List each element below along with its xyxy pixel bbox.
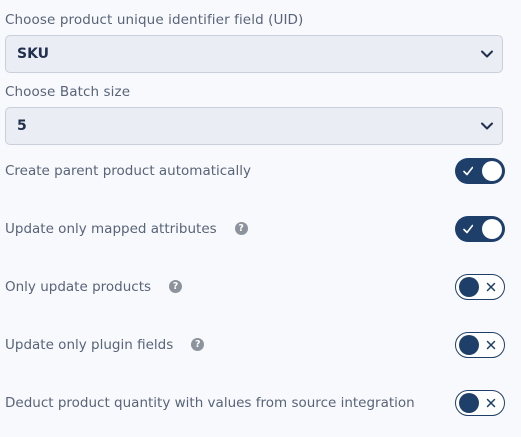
uid-field-value: SKU [17,46,50,62]
setting-label-only-update: Only update products [5,279,152,295]
toggle-knob [482,161,502,181]
setting-row-create-parent: Create parent product automatically [0,156,521,186]
toggle-knob [459,276,479,297]
batch-size-select[interactable]: 5 [5,107,503,145]
toggle-knob [459,334,479,355]
chevron-down-icon [481,122,493,130]
setting-row-plugin-fields: Update only plugin fields? [0,330,521,360]
uid-field-label: Choose product unique identifier field (… [5,12,304,28]
toggle-knob [459,392,479,413]
x-icon [486,340,496,350]
setting-label-deduct-quantity: Deduct product quantity with values from… [5,395,415,411]
question-circle-icon[interactable]: ? [234,221,248,235]
setting-label-plugin-fields: Update only plugin fields [5,337,174,353]
toggle-knob [482,219,502,239]
toggle-update-mapped[interactable] [455,216,505,242]
setting-row-update-mapped: Update only mapped attributes? [0,214,521,244]
toggle-deduct-quantity[interactable] [455,390,505,416]
toggle-only-update[interactable] [455,274,505,300]
toggle-create-parent[interactable] [455,158,505,184]
setting-label-create-parent: Create parent product automatically [5,163,251,179]
x-icon [486,398,496,408]
check-icon [463,166,473,176]
x-icon [486,282,496,292]
check-icon [463,224,473,234]
setting-row-deduct-quantity: Deduct product quantity with values from… [0,388,521,418]
question-circle-icon[interactable]: ? [191,337,205,351]
question-circle-icon[interactable]: ? [169,279,183,293]
batch-size-label: Choose Batch size [5,84,131,100]
setting-row-only-update: Only update products? [0,272,521,302]
toggle-plugin-fields[interactable] [455,332,505,358]
uid-field-select[interactable]: SKU [5,35,503,73]
chevron-down-icon [481,50,493,58]
setting-label-update-mapped: Update only mapped attributes [5,221,217,237]
batch-size-value: 5 [17,118,27,134]
